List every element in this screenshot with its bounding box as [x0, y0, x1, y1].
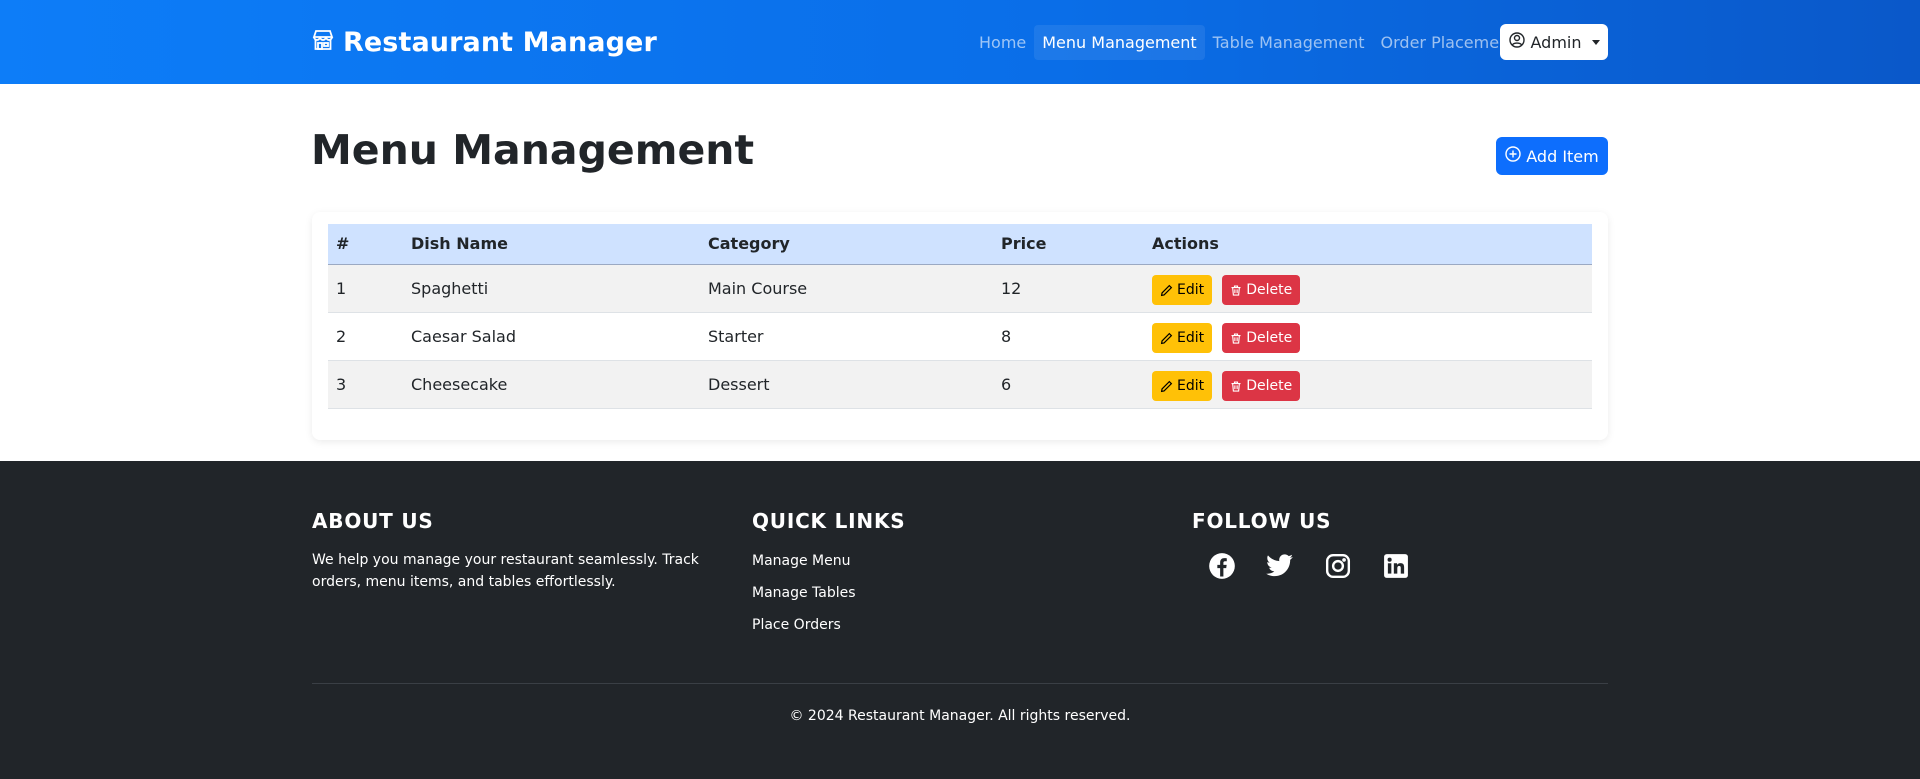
footer-quick-links-heading: QUICK LINKS: [752, 509, 906, 533]
pencil-icon: [1160, 332, 1173, 344]
copyright: © 2024 Restaurant Manager. All rights re…: [789, 708, 1131, 724]
footer-about-text: We help you manage your restaurant seaml…: [312, 552, 699, 590]
nav-link-menu-management[interactable]: Menu Management: [1034, 24, 1205, 60]
navbar: Restaurant Manager Home Menu Management …: [0, 0, 1920, 84]
cell-actions: Edit Delete: [1144, 312, 1592, 361]
delete-label: Delete: [1246, 378, 1293, 394]
cell-number: 3: [328, 360, 403, 409]
cell-dish-name: Spaghetti: [403, 264, 700, 313]
add-item-label: Add Item: [1526, 146, 1599, 166]
table-row: 3 Cheesecake Dessert 6 Edit Delete: [328, 360, 1592, 409]
cell-price: 6: [993, 360, 1144, 409]
footer-follow: FOLLOW US: [1192, 509, 1411, 581]
column-header-actions: Actions: [1144, 224, 1592, 265]
cell-price: 8: [993, 312, 1144, 361]
twitter-icon[interactable]: [1265, 551, 1295, 581]
facebook-icon[interactable]: [1207, 551, 1237, 581]
cell-price: 12: [993, 264, 1144, 313]
social-links: [1192, 551, 1411, 581]
footer-about-heading: ABOUT US: [312, 509, 434, 533]
column-header-price: Price: [993, 224, 1144, 265]
trash-icon: [1231, 332, 1241, 344]
add-item-button[interactable]: Add Item: [1496, 137, 1608, 175]
edit-button[interactable]: Edit: [1152, 371, 1213, 401]
cell-dish-name: Caesar Salad: [403, 312, 700, 361]
user-circle-icon: [1508, 32, 1525, 52]
edit-label: Edit: [1177, 282, 1205, 298]
column-header-dish-name: Dish Name: [403, 224, 700, 265]
brand[interactable]: Restaurant Manager: [311, 24, 657, 60]
footer-follow-heading: FOLLOW US: [1192, 509, 1332, 533]
delete-label: Delete: [1246, 282, 1293, 298]
page-title: Menu Management: [311, 126, 755, 174]
column-header-number: #: [328, 224, 403, 265]
delete-button[interactable]: Delete: [1222, 275, 1301, 305]
menu-table: # Dish Name Category Price Actions 1 Spa…: [328, 224, 1592, 409]
edit-button[interactable]: Edit: [1152, 323, 1213, 353]
cell-category: Dessert: [700, 360, 993, 409]
edit-label: Edit: [1177, 330, 1205, 346]
table-row: 1 Spaghetti Main Course 12 Edit Delete: [328, 264, 1592, 313]
trash-icon: [1231, 284, 1241, 296]
nav-link-table-management[interactable]: Table Management: [1205, 25, 1373, 60]
shop-icon: [311, 28, 335, 56]
edit-label: Edit: [1177, 378, 1205, 394]
pencil-icon: [1160, 380, 1173, 392]
delete-button[interactable]: Delete: [1222, 323, 1301, 353]
cell-dish-name: Cheesecake: [403, 360, 700, 409]
cell-number: 1: [328, 264, 403, 313]
nav-link-home[interactable]: Home: [971, 25, 1034, 60]
column-header-category: Category: [700, 224, 993, 265]
nav-links: Home Menu Management Table Management Or…: [971, 24, 1523, 60]
instagram-icon[interactable]: [1323, 551, 1353, 581]
table-row: 2 Caesar Salad Starter 8 Edit Delete: [328, 312, 1592, 361]
chevron-down-icon: [1591, 39, 1600, 45]
cell-category: Starter: [700, 312, 993, 361]
cell-category: Main Course: [700, 264, 993, 313]
cell-actions: Edit Delete: [1144, 360, 1592, 409]
admin-label: Admin: [1530, 32, 1582, 52]
edit-button[interactable]: Edit: [1152, 275, 1213, 305]
brand-title: Restaurant Manager: [343, 26, 657, 58]
table-header-row: # Dish Name Category Price Actions: [328, 224, 1592, 265]
footer-link-manage-tables[interactable]: Manage Tables: [752, 585, 905, 601]
pencil-icon: [1160, 284, 1173, 296]
cell-actions: Edit Delete: [1144, 264, 1592, 313]
delete-button[interactable]: Delete: [1222, 371, 1301, 401]
footer: ABOUT US We help you manage your restaur…: [0, 461, 1920, 779]
trash-icon: [1231, 380, 1241, 392]
footer-divider: [312, 683, 1608, 684]
plus-circle-icon: [1505, 146, 1521, 166]
footer-quick-links: QUICK LINKS Manage Menu Manage Tables Pl…: [752, 509, 905, 633]
cell-number: 2: [328, 312, 403, 361]
footer-link-manage-menu[interactable]: Manage Menu: [752, 553, 905, 569]
footer-about: ABOUT US We help you manage your restaur…: [312, 509, 722, 593]
linkedin-icon[interactable]: [1381, 551, 1411, 581]
admin-dropdown-button[interactable]: Admin: [1500, 24, 1608, 60]
footer-link-place-orders[interactable]: Place Orders: [752, 617, 905, 633]
delete-label: Delete: [1246, 330, 1293, 346]
menu-table-card: # Dish Name Category Price Actions 1 Spa…: [312, 212, 1608, 440]
